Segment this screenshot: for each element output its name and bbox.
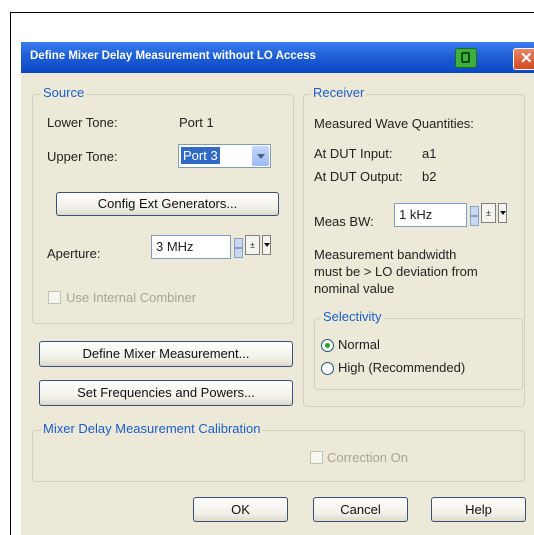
outer-frame-left	[10, 12, 11, 535]
meas-bw-note-line2: must be > LO deviation from	[314, 264, 478, 279]
aperture-spin-icon[interactable]	[234, 238, 243, 258]
use-internal-combiner-label: Use Internal Combiner	[66, 290, 197, 305]
outer-frame-top	[10, 12, 534, 13]
upper-tone-label: Upper Tone:	[47, 149, 118, 164]
correction-on-label: Correction On	[327, 450, 408, 465]
correction-on-checkbox[interactable]	[310, 451, 323, 464]
calibration-group	[32, 430, 525, 482]
meas-bw-note-line1: Measurement bandwidth	[314, 247, 457, 262]
selectivity-normal-radio[interactable]	[321, 339, 334, 352]
config-ext-generators-button[interactable]: Config Ext Generators...	[56, 192, 279, 216]
upper-tone-select[interactable]: Port 3	[178, 144, 271, 168]
lower-tone-value: Port 1	[179, 115, 214, 130]
meas-bw-input[interactable]: 1 kHz	[394, 203, 467, 227]
upper-tone-value: Port 3	[181, 147, 220, 164]
selectivity-group	[314, 318, 523, 390]
ok-button[interactable]: OK	[193, 497, 288, 522]
aperture-step-icon[interactable]: ±	[245, 235, 260, 255]
calibration-group-label: Mixer Delay Measurement Calibration	[41, 421, 263, 436]
meas-bw-note-line3: nominal value	[314, 281, 395, 296]
mixer-delay-dialog: Define Mixer Delay Measurement without L…	[21, 42, 534, 535]
dut-output-label: At DUT Output:	[314, 169, 403, 184]
cancel-button[interactable]: Cancel	[313, 497, 408, 522]
set-frequencies-powers-label: Set Frequencies and Powers...	[77, 385, 255, 400]
cancel-label: Cancel	[340, 502, 381, 517]
source-group-label: Source	[41, 85, 87, 100]
use-internal-combiner-checkbox[interactable]	[48, 291, 61, 304]
lower-tone-label: Lower Tone:	[47, 115, 118, 130]
meas-bw-value: 1 kHz	[399, 207, 433, 222]
set-frequencies-powers-button[interactable]: Set Frequencies and Powers...	[39, 380, 293, 406]
ok-label: OK	[231, 502, 250, 517]
measured-wave-label: Measured Wave Quantities:	[314, 116, 474, 131]
title-bar[interactable]: Define Mixer Delay Measurement without L…	[21, 42, 534, 73]
dut-output-value: b2	[422, 169, 437, 184]
dut-input-label: At DUT Input:	[314, 146, 393, 161]
config-ext-generators-label: Config Ext Generators...	[97, 196, 238, 211]
meas-bw-step-icon[interactable]: ±	[481, 203, 496, 223]
aperture-input[interactable]: 3 MHz	[151, 235, 231, 259]
chevron-down-icon[interactable]	[252, 146, 269, 166]
dialog-title: Define Mixer Delay Measurement without L…	[30, 50, 316, 62]
define-mixer-measurement-label: Define Mixer Measurement...	[82, 346, 250, 361]
receiver-group-label: Receiver	[311, 85, 367, 100]
selectivity-high-label[interactable]: High (Recommended)	[338, 360, 465, 375]
help-label: Help	[465, 502, 492, 517]
meas-bw-label: Meas BW:	[314, 214, 374, 229]
define-mixer-measurement-button[interactable]: Define Mixer Measurement...	[39, 341, 293, 367]
aperture-label: Aperture:	[47, 246, 101, 261]
selectivity-high-radio[interactable]	[321, 362, 334, 375]
close-icon[interactable]: ✕	[513, 48, 534, 70]
selectivity-normal-label[interactable]: Normal	[338, 337, 380, 352]
meas-bw-spin-icon[interactable]	[470, 206, 479, 226]
selectivity-group-label: Selectivity	[321, 309, 384, 324]
aperture-value: 3 MHz	[156, 239, 194, 254]
help-button[interactable]: Help	[431, 497, 526, 522]
aperture-dropdown-icon[interactable]	[262, 235, 271, 255]
meas-bw-dropdown-icon[interactable]	[498, 203, 507, 223]
app-icon[interactable]	[455, 48, 477, 68]
dut-input-value: a1	[422, 146, 437, 161]
